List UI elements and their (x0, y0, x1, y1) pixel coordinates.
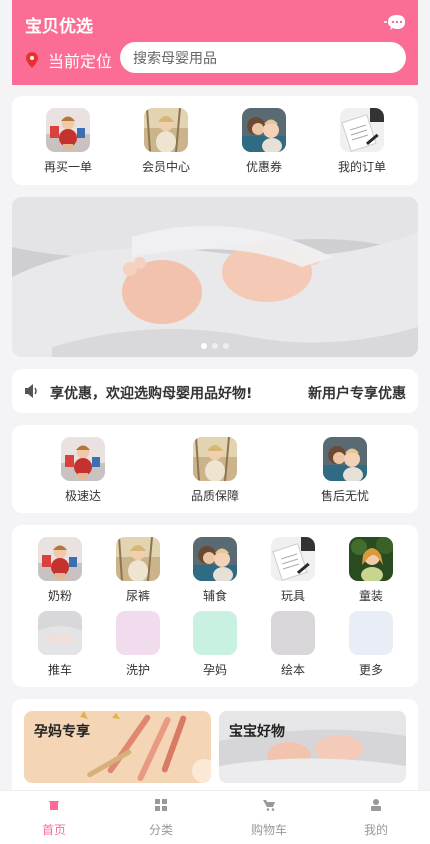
photo-baby-play-icon (61, 437, 105, 481)
quick-link-my-orders[interactable]: 我的订单 (332, 108, 392, 175)
bottom-tabbar: 首页 分类 购物车 我的 (0, 790, 430, 844)
location-label: 当前定位 (48, 52, 113, 71)
service-label: 极速达 (64, 489, 101, 503)
speaker-icon (25, 384, 37, 398)
chat-bubble-icon[interactable] (384, 12, 406, 32)
photo-mother-child-icon (193, 537, 237, 581)
photo-baby-play-icon (46, 108, 90, 152)
photo-child-outdoor-icon (144, 108, 188, 152)
category-label: 玩具 (280, 589, 305, 603)
photo-child-outdoor-icon (193, 437, 237, 481)
category-baby-food[interactable]: 辅食 (190, 537, 240, 604)
quick-link-label: 优惠券 (245, 160, 282, 174)
category-picture-books[interactable]: 绘本 (268, 611, 318, 678)
promo-title: 孕妈专享 (34, 724, 90, 740)
tab-cart[interactable]: 购物车 (229, 799, 309, 838)
category-maternity[interactable]: 孕妈 (190, 611, 240, 678)
category-grid: 奶粉 尿裤 辅食 玩具 童装 推车 洗护 孕妈 绘本 更多 (12, 525, 418, 687)
home-icon (49, 801, 59, 810)
service-after-sales[interactable]: 售后无忧 (310, 437, 380, 504)
category-more[interactable]: 更多 (346, 611, 396, 678)
carousel-dot[interactable] (212, 343, 218, 349)
baby-feet-photo (12, 197, 418, 357)
search-placeholder: 搜索母婴用品 (133, 50, 217, 67)
quick-link-coupons[interactable]: 优惠券 (234, 108, 294, 175)
category-label: 更多 (358, 663, 383, 677)
quick-link-label: 我的订单 (337, 160, 386, 174)
cart-icon (263, 800, 275, 811)
promo-section: 孕妈专享 宝宝好物 (12, 699, 418, 799)
placeholder-blue-icon (349, 611, 393, 655)
service-label: 品质保障 (190, 489, 239, 503)
placeholder-pink-icon (116, 611, 160, 655)
photo-mother-child-icon (242, 108, 286, 152)
category-toys[interactable]: 玩具 (268, 537, 318, 604)
category-label: 童装 (358, 589, 383, 603)
category-label: 绘本 (280, 663, 305, 677)
service-quality[interactable]: 品质保障 (180, 437, 250, 504)
tab-category[interactable]: 分类 (121, 799, 201, 838)
promo-title: 宝宝好物 (229, 724, 285, 740)
app-title: 宝贝优选 (25, 17, 93, 37)
carousel-dot[interactable] (201, 343, 207, 349)
carousel-dots (12, 343, 418, 349)
category-label: 奶粉 (47, 589, 72, 603)
promo-baby-goods-card[interactable]: 宝宝好物 (219, 711, 406, 783)
quick-link-label: 会员中心 (141, 160, 190, 174)
service-express[interactable]: 极速达 (48, 437, 118, 504)
quick-link-member-center[interactable]: 会员中心 (136, 108, 196, 175)
photo-notebook-icon (340, 108, 384, 152)
photo-child-outdoor-icon (116, 537, 160, 581)
location-pin-icon (26, 52, 38, 68)
category-label: 洗护 (125, 663, 150, 677)
placeholder-gray-icon (271, 611, 315, 655)
photo-mother-child-icon (323, 437, 367, 481)
category-diapers[interactable]: 尿裤 (113, 537, 163, 604)
category-label: 尿裤 (125, 589, 150, 603)
tab-profile[interactable]: 我的 (336, 799, 416, 838)
category-label: 孕妈 (202, 663, 227, 677)
photo-baby-feet-icon (38, 611, 82, 655)
tab-label: 购物车 (250, 823, 287, 837)
promo-maternity-card[interactable]: 孕妈专享 (24, 711, 211, 783)
user-icon (371, 799, 381, 811)
quick-link-rebuy[interactable]: 再买一单 (38, 108, 98, 175)
carousel-dot[interactable] (223, 343, 229, 349)
category-kids-clothes[interactable]: 童装 (346, 537, 396, 604)
category-stroller[interactable]: 推车 (35, 611, 85, 678)
tab-label: 分类 (148, 823, 173, 837)
search-input[interactable]: 搜索母婴用品 (120, 42, 406, 73)
quick-links-card: 再买一单 会员中心 优惠券 我的订单 (12, 96, 418, 185)
quick-link-label: 再买一单 (43, 160, 92, 174)
photo-baby-play-icon (38, 537, 82, 581)
category-label: 辅食 (202, 589, 227, 603)
category-label: 推车 (47, 663, 72, 677)
service-label: 售后无忧 (320, 489, 369, 503)
tab-label: 我的 (363, 823, 388, 837)
placeholder-mint-icon (193, 611, 237, 655)
app-header: 宝贝优选 当前定位 搜索母婴用品 (12, 0, 418, 85)
category-formula[interactable]: 奶粉 (35, 537, 85, 604)
banner-carousel[interactable] (12, 197, 418, 357)
notice-new-user-promo[interactable]: 新用户专享优惠 (308, 383, 406, 403)
notice-marquee-text: 享优惠，欢迎选购母婴用品好物! (50, 386, 253, 402)
service-card: 极速达 品质保障 售后无忧 (12, 425, 418, 513)
tab-home[interactable]: 首页 (14, 799, 94, 838)
grid-icon (155, 799, 167, 811)
photo-girl-green-icon (349, 537, 393, 581)
category-bath-care[interactable]: 洗护 (113, 611, 163, 678)
tab-label: 首页 (41, 823, 66, 837)
photo-notebook-icon (271, 537, 315, 581)
notice-bar[interactable]: 享优惠，欢迎选购母婴用品好物! 新用户专享优惠 (12, 369, 418, 413)
location-selector[interactable]: 当前定位 (26, 48, 112, 72)
